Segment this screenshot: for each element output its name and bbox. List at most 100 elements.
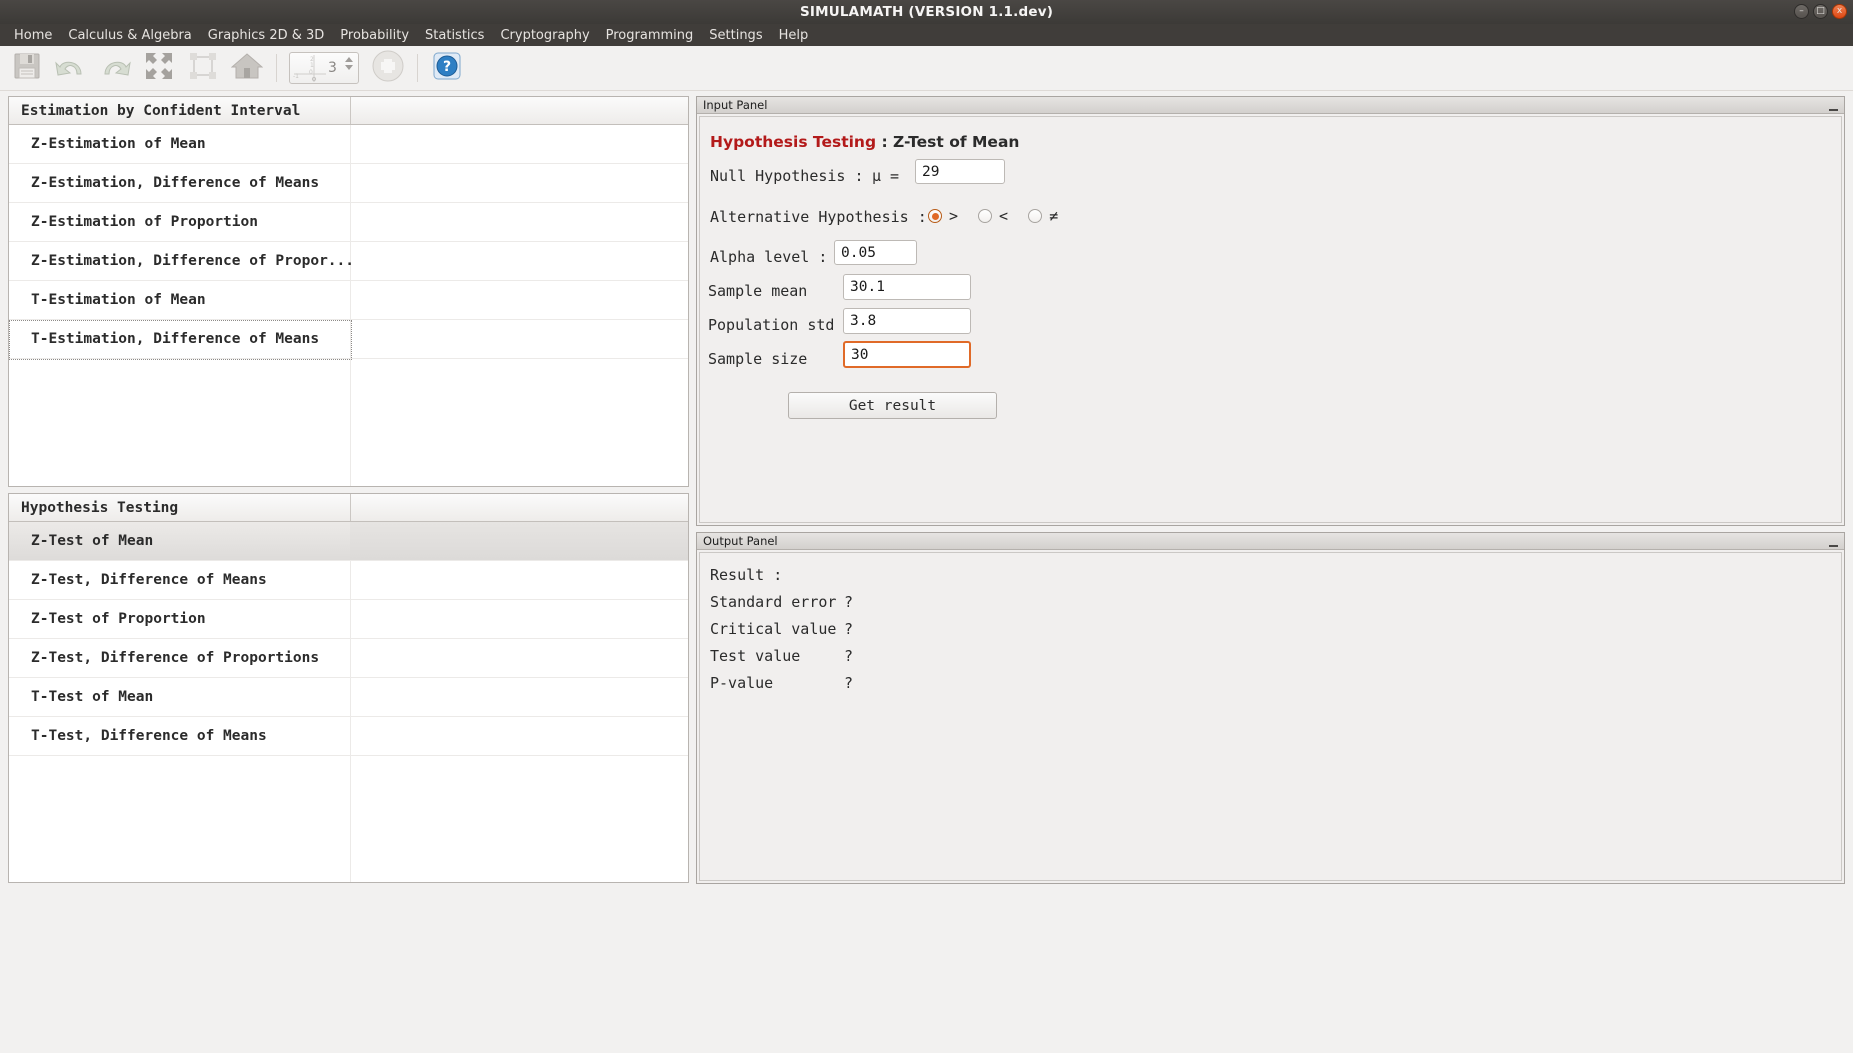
menu-item-statistics[interactable]: Statistics <box>417 26 492 45</box>
radio-less-than-symbol: < <box>999 207 1009 225</box>
home-view-button[interactable] <box>226 48 268 88</box>
header-column-divider <box>350 494 351 521</box>
critical-value-value: ? <box>844 620 854 638</box>
menu-item-help[interactable]: Help <box>771 26 817 45</box>
home-view-icon <box>230 51 264 85</box>
list-item-label: T-Estimation of Mean <box>31 292 206 308</box>
heading-accent-text: Hypothesis Testing <box>710 133 877 151</box>
list-item-z-test-diff-proportions[interactable]: Z-Test, Difference of Proportions <box>9 639 688 678</box>
maximize-button[interactable]: □ <box>1813 4 1828 19</box>
hypothesis-list-body[interactable]: Z-Test of Mean Z-Test, Difference of Mea… <box>9 522 688 882</box>
select-region-button[interactable] <box>182 48 224 88</box>
output-panel-body: Result : Standard error ? Critical value… <box>699 552 1842 881</box>
list-item-label: Z-Estimation, Difference of Means <box>31 175 320 191</box>
estimation-list-body[interactable]: Z-Estimation of Mean Z-Estimation, Diffe… <box>9 125 688 486</box>
alpha-level-input[interactable] <box>834 240 917 265</box>
list-item-label: Z-Estimation of Proportion <box>31 214 258 230</box>
null-hypothesis-label: Null Hypothesis : <box>710 167 864 185</box>
list-item-label: Z-Test of Mean <box>31 533 154 549</box>
alternative-hypothesis-radio-group: > < ≠ <box>928 207 1078 225</box>
grid-step-spinner[interactable]: 2 1 0 -1 3 <box>289 52 359 84</box>
heading-rest-text: : Z-Test of Mean <box>876 133 1020 151</box>
list-item-z-estimation-proportion[interactable]: Z-Estimation of Proportion <box>9 203 688 242</box>
fit-expand-icon <box>144 51 174 85</box>
svg-text:?: ? <box>443 59 451 75</box>
spinner-arrows[interactable] <box>345 57 353 70</box>
minimize-button[interactable]: – <box>1794 4 1809 19</box>
fit-expand-button[interactable] <box>138 48 180 88</box>
menu-item-calculus[interactable]: Calculus & Algebra <box>60 26 199 45</box>
p-value-value: ? <box>844 674 854 692</box>
critical-value-label: Critical value <box>710 620 837 638</box>
plus-circle-icon <box>371 49 405 87</box>
list-item-label: Z-Test, Difference of Proportions <box>31 650 320 666</box>
menu-bar: Home Calculus & Algebra Graphics 2D & 3D… <box>0 24 1853 46</box>
window-title: SIMULAMATH (VERSION 1.1.dev) <box>799 4 1054 20</box>
toolbar: 2 1 0 -1 3 ? <box>0 46 1853 91</box>
save-icon <box>12 51 42 85</box>
hypothesis-list-header: Hypothesis Testing <box>9 494 688 522</box>
menu-item-graphics[interactable]: Graphics 2D & 3D <box>200 26 333 45</box>
hypothesis-header-label: Hypothesis Testing <box>21 499 179 516</box>
test-value-label: Test value <box>710 647 801 665</box>
list-item-z-test-mean[interactable]: Z-Test of Mean <box>9 522 688 561</box>
svg-text:0: 0 <box>309 69 313 76</box>
sample-mean-input[interactable] <box>843 274 971 300</box>
menu-item-cryptography[interactable]: Cryptography <box>492 26 597 45</box>
sample-size-input[interactable] <box>843 341 971 368</box>
save-button[interactable] <box>6 48 48 88</box>
close-button[interactable]: x <box>1832 4 1847 19</box>
menu-item-probability[interactable]: Probability <box>332 26 417 45</box>
redo-icon <box>99 51 131 85</box>
list-item-z-test-proportion[interactable]: Z-Test of Proportion <box>9 600 688 639</box>
estimation-list-header: Estimation by Confident Interval <box>9 97 688 125</box>
standard-error-label: Standard error <box>710 593 837 611</box>
menu-item-settings[interactable]: Settings <box>701 26 770 45</box>
radio-less-than[interactable] <box>978 209 993 223</box>
list-item-z-estimation-diff-means[interactable]: Z-Estimation, Difference of Means <box>9 164 688 203</box>
input-panel-heading: Hypothesis Testing : Z-Test of Mean <box>710 133 1019 151</box>
p-value-label: P-value <box>710 674 774 692</box>
radio-greater-than[interactable] <box>928 209 942 223</box>
population-std-input[interactable] <box>843 308 971 334</box>
radio-not-equal[interactable] <box>1028 209 1043 223</box>
undo-button[interactable] <box>50 48 92 88</box>
menu-item-programming[interactable]: Programming <box>598 26 702 45</box>
radio-not-equal-symbol: ≠ <box>1049 207 1059 225</box>
list-item-t-test-mean[interactable]: T-Test of Mean <box>9 678 688 717</box>
sample-size-label: Sample size <box>708 350 808 368</box>
window-controls: – □ x <box>1794 4 1847 19</box>
zoom-plus-button[interactable] <box>367 48 409 88</box>
help-button[interactable]: ? <box>426 48 468 88</box>
svg-text:1: 1 <box>310 62 314 69</box>
list-item-z-estimation-mean[interactable]: Z-Estimation of Mean <box>9 125 688 164</box>
undo-icon <box>55 51 87 85</box>
get-result-button[interactable]: Get result <box>788 392 997 419</box>
list-item-t-estimation-mean[interactable]: T-Estimation of Mean <box>9 281 688 320</box>
list-item-z-estimation-diff-proportions[interactable]: Z-Estimation, Difference of Propor... <box>9 242 688 281</box>
spinner-up-icon[interactable] <box>345 57 353 62</box>
menu-item-home[interactable]: Home <box>6 26 60 45</box>
estimation-header-label: Estimation by Confident Interval <box>21 102 301 119</box>
toolbar-separator <box>276 54 277 82</box>
alternative-hypothesis-label: Alternative Hypothesis : <box>710 208 927 226</box>
redo-button[interactable] <box>94 48 136 88</box>
list-item-z-test-diff-means[interactable]: Z-Test, Difference of Means <box>9 561 688 600</box>
mu-value-input[interactable] <box>915 159 1005 184</box>
right-column: Input Panel Hypothesis Testing : Z-Test … <box>696 96 1845 884</box>
list-item-t-estimation-diff-means[interactable]: T-Estimation, Difference of Means <box>9 320 688 360</box>
minimize-panel-icon[interactable] <box>1827 536 1840 547</box>
alpha-level-label: Alpha level : <box>710 248 828 266</box>
list-item-label: Z-Test of Proportion <box>31 611 206 627</box>
mu-equals-label: μ = <box>872 167 900 185</box>
minimize-panel-icon[interactable] <box>1827 100 1840 111</box>
help-question-icon: ? <box>433 52 461 84</box>
result-label: Result : <box>710 566 783 584</box>
grid-step-value: 3 <box>328 60 337 76</box>
list-item-t-test-diff-means[interactable]: T-Test, Difference of Means <box>9 717 688 756</box>
toolbar-separator-2 <box>417 54 418 82</box>
spinner-down-icon[interactable] <box>345 65 353 70</box>
estimation-list-group: Estimation by Confident Interval Z-Estim… <box>8 96 689 487</box>
title-bar: SIMULAMATH (VERSION 1.1.dev) – □ x <box>0 0 1853 24</box>
list-item-label: T-Estimation, Difference of Means <box>31 331 320 347</box>
